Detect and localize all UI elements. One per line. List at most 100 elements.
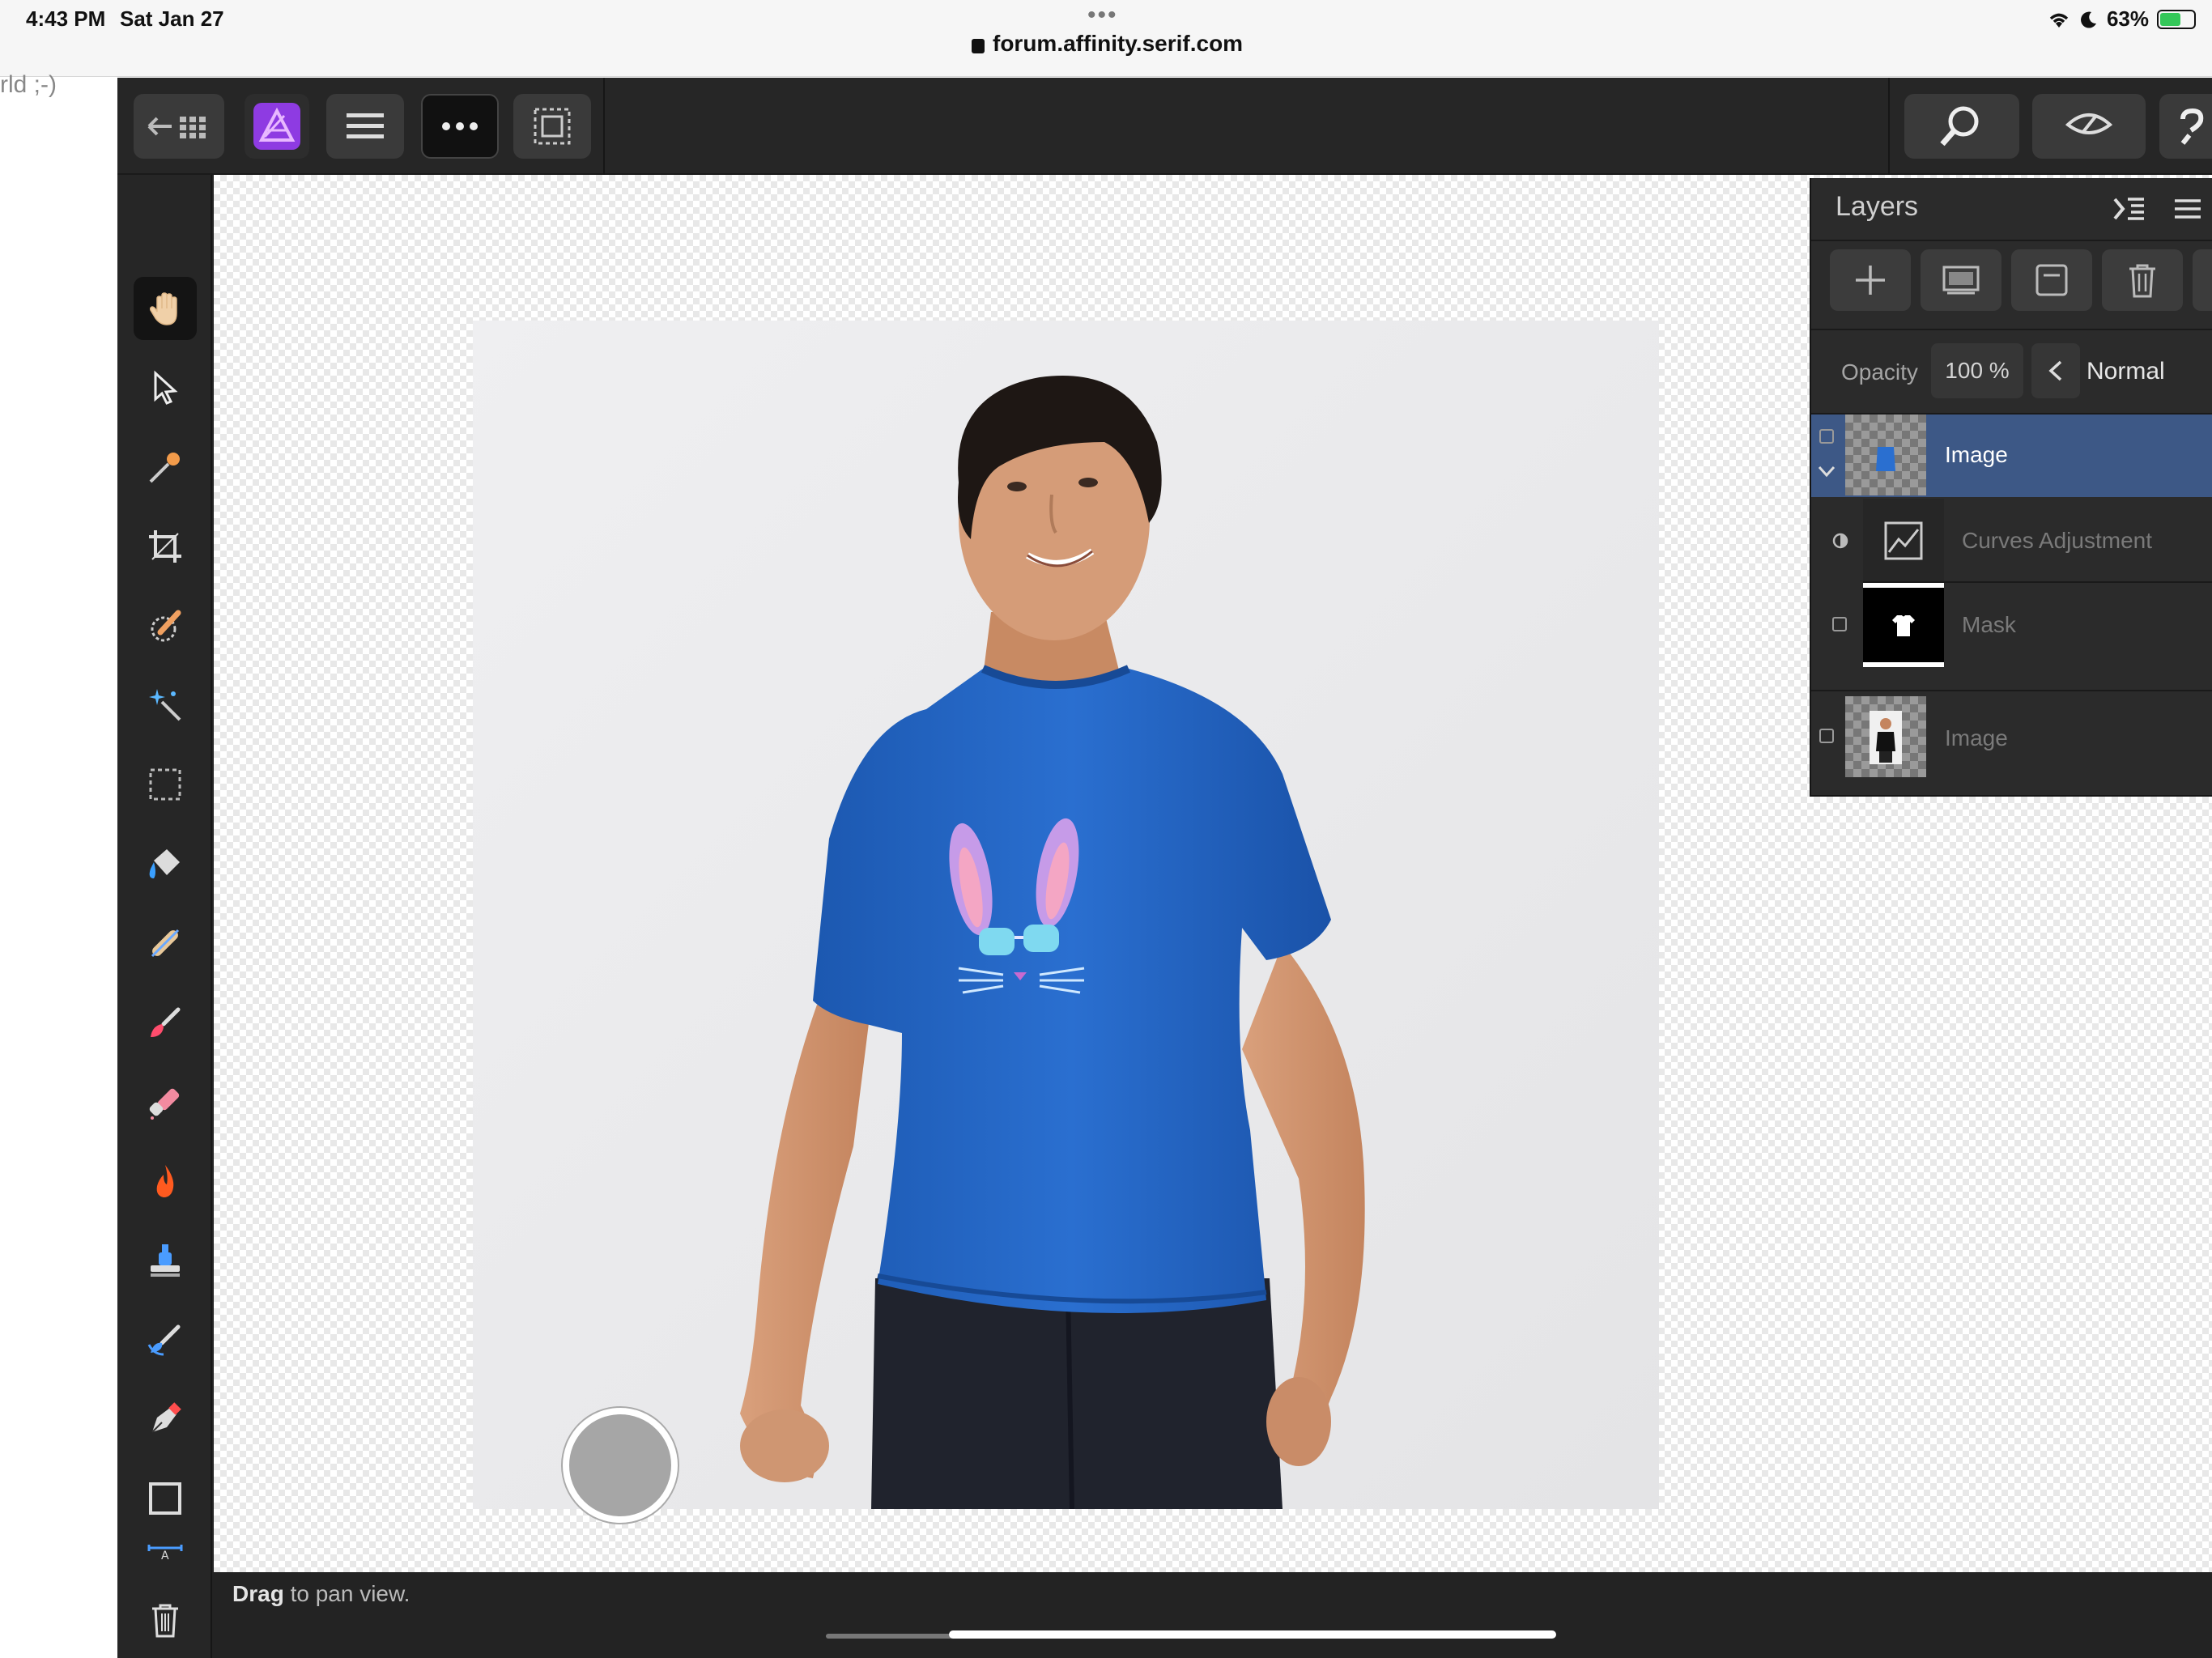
layer-name: Image [1945, 725, 2008, 750]
context-hint-text: to pan view. [283, 1581, 410, 1606]
adjustment-visibility-icon[interactable] [1832, 533, 1848, 549]
flood-fill-tool[interactable] [134, 832, 197, 895]
back-to-documents-icon [147, 117, 206, 138]
man-in-blue-shirt-photo [473, 321, 1659, 1509]
selection-marquee-icon [534, 108, 571, 145]
rectangle-tool[interactable] [134, 1467, 197, 1530]
more-layer-actions-button[interactable] [2193, 249, 2212, 311]
opacity-field[interactable]: 100 % [1931, 343, 2023, 398]
add-mask-button[interactable] [1921, 249, 2001, 311]
view-mode-button[interactable] [2032, 94, 2146, 159]
more-options-button[interactable] [421, 94, 499, 159]
chevron-down-icon[interactable] [1818, 465, 1836, 478]
help-button[interactable] [2159, 94, 2212, 159]
dodge-brush-tool-icon [156, 1165, 174, 1197]
affinity-photo-app: A Layers Opacity 100 % Normal Image Curv… [117, 78, 2212, 1658]
main-menu-button[interactable] [326, 94, 404, 159]
blue-shirt-thumbnail-icon [1876, 447, 1895, 471]
selection-brush-tool[interactable] [134, 594, 197, 657]
photo-image [473, 321, 1659, 1509]
layer-thumbnail [1863, 499, 1944, 583]
tools-panel: A [117, 175, 212, 1658]
marquee-tool-icon [149, 768, 181, 801]
mask-visibility-checkbox[interactable] [1832, 617, 1847, 631]
view-mode-icon [2065, 113, 2113, 134]
delete-tool-button[interactable] [134, 1588, 197, 1652]
layers-panel-header-actions [2112, 193, 2204, 225]
layer-row-image[interactable]: Image [1811, 414, 2212, 497]
pen-tool[interactable] [134, 1388, 197, 1451]
smudge-brush-tool[interactable] [134, 1308, 197, 1371]
chevron-left-icon [2048, 360, 2062, 381]
layer-visibility-checkbox[interactable] [1819, 429, 1834, 444]
curves-icon [1884, 521, 1923, 560]
zoom-button[interactable] [1904, 94, 2019, 159]
status-time: 4:43 PM [26, 6, 106, 31]
move-tool-icon [154, 370, 178, 405]
selection-brush-tool-icon [151, 610, 181, 642]
context-hint: Drag to pan view. [232, 1581, 410, 1607]
erase-brush-tool-icon [149, 1088, 180, 1120]
rectangle-tool-icon [149, 1482, 181, 1515]
duplicate-layer-button[interactable] [2011, 249, 2092, 311]
trash-icon [152, 1604, 178, 1638]
marquee-tool[interactable] [134, 753, 197, 816]
layer-thumbnail [1863, 583, 1944, 667]
paint-brush-tool[interactable] [134, 991, 197, 1054]
hand-tool-icon [150, 292, 177, 325]
healing-brush-tool[interactable] [134, 912, 197, 975]
pan-view-button[interactable] [563, 1408, 678, 1523]
battery-icon [2157, 9, 2196, 29]
help-icon [2180, 108, 2204, 145]
crop-tool[interactable] [134, 515, 197, 578]
battery-fill [2160, 12, 2180, 26]
layer-row-image-base[interactable]: Image [1811, 696, 2212, 779]
selection-button[interactable] [513, 94, 591, 159]
flood-select-tool[interactable] [134, 674, 197, 737]
delete-layer-button[interactable] [2102, 249, 2183, 311]
layer-thumbnail [1845, 414, 1926, 495]
mask-layer-icon [1942, 266, 1980, 295]
flood-fill-tool-icon [149, 849, 180, 878]
address-bar[interactable]: forum.affinity.serif.com [972, 31, 1243, 57]
multitasking-dots-icon[interactable]: ••• [1087, 2, 1118, 29]
moon-icon [2080, 11, 2096, 28]
browser-status-bar: 4:43 PM Sat Jan 27 ••• forum.affinity.se… [0, 0, 2212, 77]
clone-brush-tool-icon [151, 1244, 180, 1277]
text-tool[interactable]: A [134, 1535, 197, 1567]
shirt-mask-icon [1892, 615, 1915, 636]
color-picker-tool-icon [149, 453, 180, 483]
blend-mode-prev-button[interactable] [2031, 343, 2080, 398]
layer-row-curves-adjustment[interactable]: Curves Adjustment [1811, 499, 2212, 583]
healing-brush-tool-icon [151, 929, 180, 958]
layer-thumbnail [1845, 696, 1926, 777]
person-thumbnail-icon [1870, 711, 1902, 764]
move-tool[interactable] [134, 356, 197, 419]
address-url: forum.affinity.serif.com [993, 31, 1244, 56]
back-to-documents-button[interactable] [134, 94, 224, 159]
persona-button[interactable] [245, 94, 309, 159]
divider [1811, 690, 2212, 691]
home-indicator[interactable] [949, 1630, 1556, 1639]
plus-icon [1856, 266, 1885, 295]
top-toolbar [117, 78, 2212, 175]
add-layer-button[interactable] [1830, 249, 1911, 311]
layers-panel: Layers Opacity 100 % Normal Image Curves… [1810, 178, 2212, 797]
hand-tool[interactable] [134, 277, 197, 340]
status-indicators: 63% [2047, 6, 2196, 32]
erase-brush-tool[interactable] [134, 1070, 197, 1133]
collapse-panel-icon[interactable] [2112, 193, 2147, 225]
layer-visibility-checkbox[interactable] [1819, 729, 1834, 743]
dodge-brush-tool[interactable] [134, 1150, 197, 1213]
context-hint-action: Drag [232, 1581, 284, 1606]
crop-tool-icon [149, 530, 181, 563]
pen-tool-icon [151, 1402, 181, 1433]
duplicate-icon [2035, 264, 2068, 296]
blend-mode-select[interactable]: Normal [2087, 358, 2165, 385]
panel-menu-icon[interactable] [2172, 193, 2204, 225]
opacity-label: Opacity [1841, 359, 1918, 385]
flood-select-tool-icon [149, 689, 181, 721]
color-picker-tool[interactable] [134, 436, 197, 499]
layer-row-mask[interactable]: Mask [1811, 583, 2212, 667]
clone-brush-tool[interactable] [134, 1229, 197, 1292]
